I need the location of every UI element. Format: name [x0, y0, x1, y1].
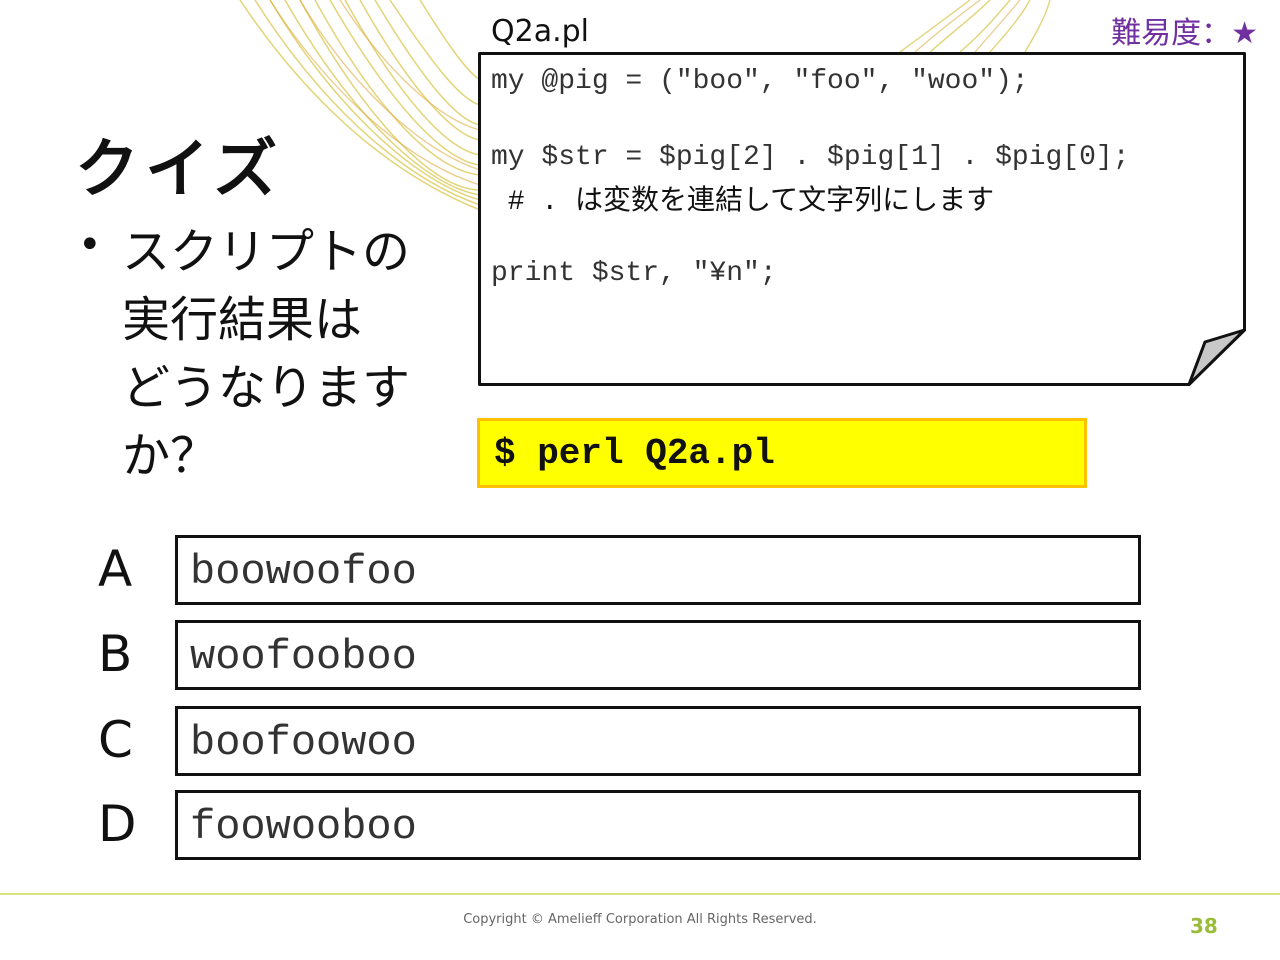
difficulty-rating: 難易度：★	[1111, 16, 1258, 51]
option-letter-a: A	[98, 540, 133, 598]
command-text: $ perl Q2a.pl	[494, 433, 775, 474]
folded-note-frame	[478, 52, 1246, 386]
code-comment: # . は変数を連結して文字列にします	[491, 178, 994, 218]
question-line: 実行結果は	[122, 292, 363, 348]
answer-option-a[interactable]: boowoofoo	[175, 535, 1141, 605]
bullet-marker: •	[78, 222, 102, 268]
option-letter-b: B	[98, 625, 133, 683]
question-line: スクリプトの	[122, 224, 411, 280]
page-number: 38	[1190, 914, 1218, 938]
comment-prefix: # .	[491, 187, 576, 218]
option-letter-c: C	[98, 711, 133, 769]
answer-option-c[interactable]: boofoowoo	[175, 706, 1141, 776]
option-letter-d: D	[98, 795, 137, 853]
footer-divider	[0, 893, 1280, 895]
script-filename: Q2a.pl	[491, 14, 589, 49]
option-text: boowoofoo	[190, 548, 417, 596]
code-line: print $str, "¥n";	[491, 258, 777, 289]
answer-option-b[interactable]: woofooboo	[175, 620, 1141, 690]
slide-title: クイズ	[75, 133, 284, 207]
code-listing-box: my @pig = ("boo", "foo", "woo"); my $str…	[478, 52, 1246, 386]
question-text: スクリプトの 実行結果は どうなります か？	[122, 218, 472, 490]
option-text: woofooboo	[190, 633, 417, 681]
option-text: foowooboo	[190, 803, 417, 851]
code-line: my @pig = ("boo", "foo", "woo");	[491, 66, 1029, 97]
comment-text: は変数を連結して文字列にします	[575, 183, 995, 216]
code-line: my $str = $pig[2] . $pig[1] . $pig[0];	[491, 142, 1130, 173]
answer-option-d[interactable]: foowooboo	[175, 790, 1141, 860]
question-line: か？	[122, 428, 219, 484]
command-box: $ perl Q2a.pl	[477, 418, 1087, 488]
option-text: boofoowoo	[190, 719, 417, 767]
copyright-notice: Copyright © Amelieff Corporation All Rig…	[463, 912, 817, 927]
question-line: どうなります	[122, 360, 411, 416]
